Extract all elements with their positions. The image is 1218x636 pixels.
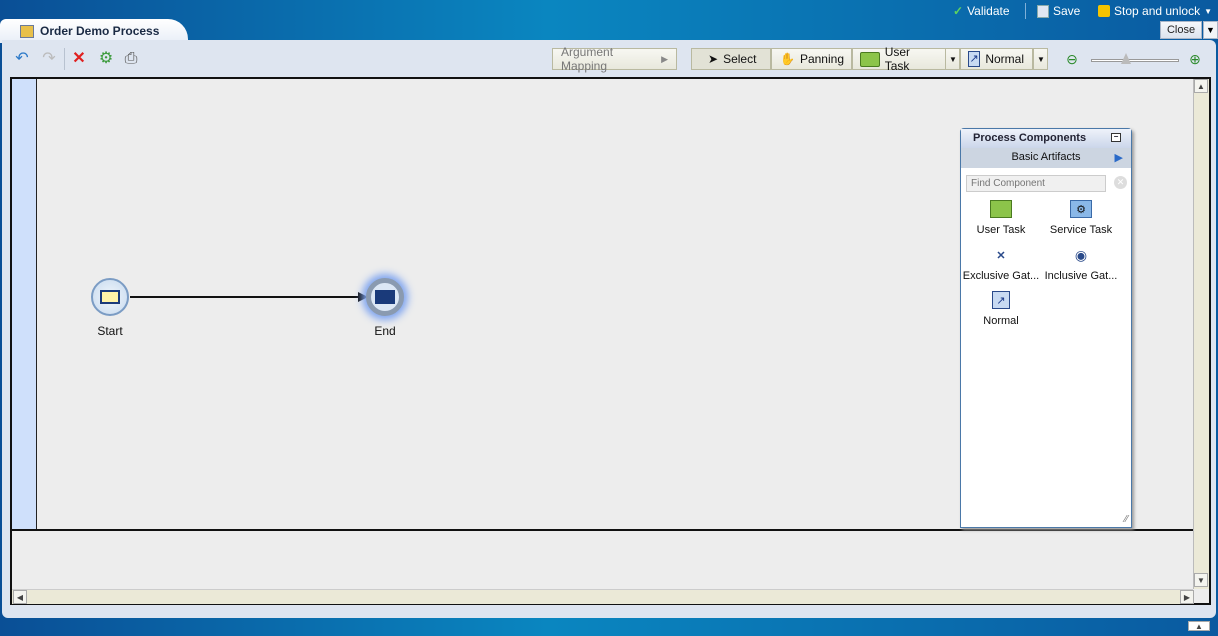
exclusive-gateway-icon: ✕	[996, 249, 1006, 262]
expand-bottom-panel-icon[interactable]: ▲	[1188, 621, 1210, 631]
expand-arrow-icon[interactable]: ▶	[1115, 151, 1123, 164]
palette-section[interactable]: Basic Artifacts	[1011, 151, 1080, 163]
resize-grip-icon[interactable]: ⁄⁄	[1125, 514, 1128, 525]
palette-item-normal-flow[interactable]: ↗ Normal	[961, 291, 1041, 327]
inclusive-gateway-icon: ◉	[1074, 246, 1088, 263]
user-task-icon	[990, 200, 1012, 218]
find-component-input[interactable]	[966, 175, 1106, 192]
clear-search-icon[interactable]: ✕	[1114, 176, 1127, 189]
service-task-icon: ⚙	[1070, 200, 1092, 218]
end-event-label: End	[374, 324, 396, 338]
process-components-palette: Process Components − Basic Artifacts ▶ ✕ U…	[960, 128, 1132, 528]
envelope-icon	[375, 290, 395, 304]
normal-flow-icon: ↗	[992, 291, 1010, 309]
start-event-label: Start	[97, 324, 123, 338]
collapse-icon[interactable]: −	[1111, 133, 1121, 142]
envelope-icon	[100, 290, 120, 304]
palette-item-service-task[interactable]: ⚙ Service Task	[1041, 200, 1121, 236]
palette-title: Process Components	[973, 132, 1087, 144]
palette-item-exclusive-gateway[interactable]: ✕ Exclusive Gat...	[961, 246, 1041, 283]
end-event[interactable]	[366, 278, 404, 316]
palette-item-inclusive-gateway[interactable]: ◉ Inclusive Gat...	[1041, 246, 1121, 283]
palette-item-user-task[interactable]: User Task	[961, 200, 1041, 236]
start-event[interactable]	[91, 278, 129, 316]
